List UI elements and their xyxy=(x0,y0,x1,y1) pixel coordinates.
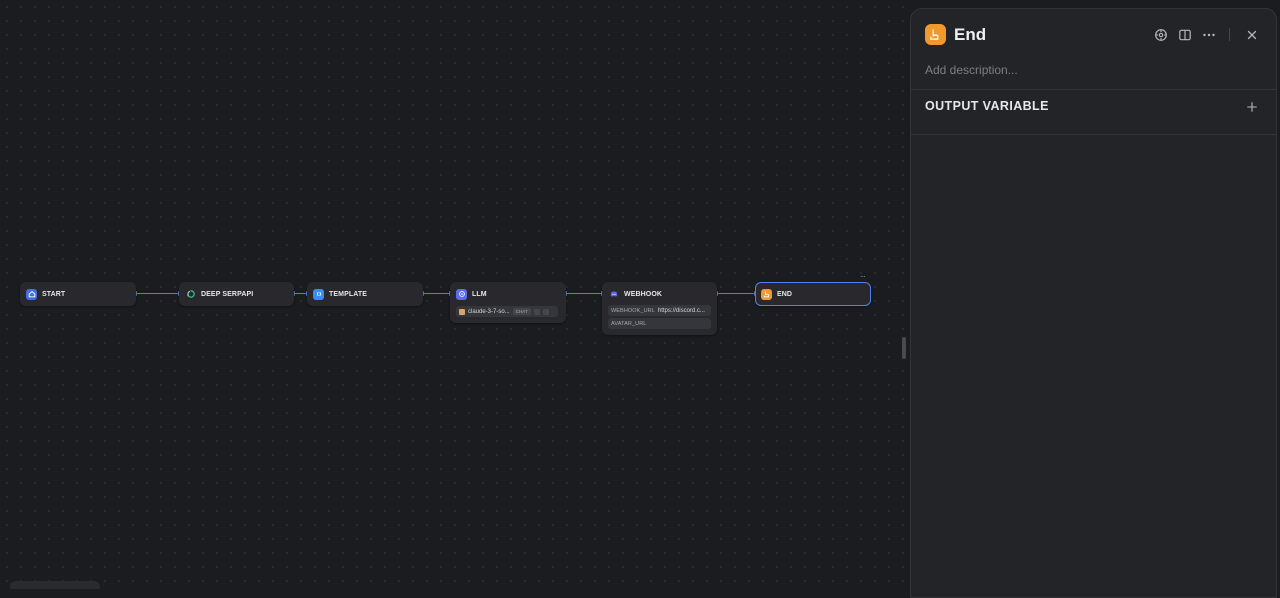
more-icon[interactable] xyxy=(1201,27,1217,43)
node-title: DEEP SERPAPI xyxy=(201,290,254,298)
node-webhook[interactable]: WEBHOOK WEBHOOK_URL https://discord.c...… xyxy=(602,282,717,335)
webhook-field-row[interactable]: WEBHOOK_URL https://discord.c... xyxy=(608,305,711,316)
edge-webhook-end xyxy=(716,291,756,296)
llm-model-name: claude-3-7-so... xyxy=(468,308,510,315)
llm-icon xyxy=(456,288,467,300)
edge-template-llm xyxy=(422,291,451,296)
add-output-variable-icon[interactable] xyxy=(1245,100,1259,114)
output-variable-heading: OUTPUT VARIABLE xyxy=(925,99,1049,113)
node-settings-panel: End OUTPUT VARIABLE xyxy=(910,8,1277,598)
vision-icon xyxy=(533,308,540,315)
workflow-canvas[interactable]: START DEEP SERPAPI TEMPLATE LLM claude-3… xyxy=(0,0,910,589)
close-icon[interactable] xyxy=(1244,27,1260,43)
end-icon xyxy=(925,24,946,45)
webhook-field-row[interactable]: AVATAR_URL xyxy=(608,318,711,329)
field-key: AVATAR_URL xyxy=(611,320,647,327)
node-start[interactable]: START xyxy=(20,282,136,306)
toolbar-divider xyxy=(1229,28,1230,41)
edge-llm-webhook xyxy=(565,291,603,296)
document-icon xyxy=(542,308,549,315)
split-view-icon[interactable] xyxy=(1177,27,1193,43)
description-input[interactable] xyxy=(925,62,1255,78)
home-icon xyxy=(26,288,37,300)
run-icon[interactable] xyxy=(1153,27,1169,43)
node-llm[interactable]: LLM claude-3-7-so... CHAT xyxy=(450,282,566,323)
node-more-icon[interactable]: ... xyxy=(860,270,866,279)
edge-serpapi-template xyxy=(293,291,308,296)
node-title: LLM xyxy=(472,290,487,298)
anthropic-icon xyxy=(459,308,465,315)
node-title: WEBHOOK xyxy=(624,290,663,298)
node-deep-serpapi[interactable]: DEEP SERPAPI xyxy=(179,282,294,306)
node-title: TEMPLATE xyxy=(329,290,368,298)
panel-divider xyxy=(911,134,1276,135)
serpapi-icon xyxy=(185,289,196,300)
panel-divider xyxy=(911,89,1276,90)
panel-resize-handle[interactable] xyxy=(902,337,906,359)
field-value: https://discord.c... xyxy=(657,307,705,314)
canvas-control-bar[interactable] xyxy=(10,581,100,589)
llm-model-row[interactable]: claude-3-7-so... CHAT xyxy=(456,306,558,317)
panel-title[interactable]: End xyxy=(954,24,986,46)
node-title: END xyxy=(777,290,793,298)
template-icon xyxy=(313,288,324,300)
llm-mode-badge: CHAT xyxy=(512,308,531,315)
end-icon xyxy=(761,288,772,300)
field-key: WEBHOOK_URL xyxy=(611,307,655,314)
node-title: START xyxy=(42,290,66,298)
discord-icon xyxy=(608,289,619,300)
edge-start-serpapi xyxy=(135,291,180,296)
node-end[interactable]: END xyxy=(755,282,871,306)
node-template[interactable]: TEMPLATE xyxy=(307,282,423,306)
